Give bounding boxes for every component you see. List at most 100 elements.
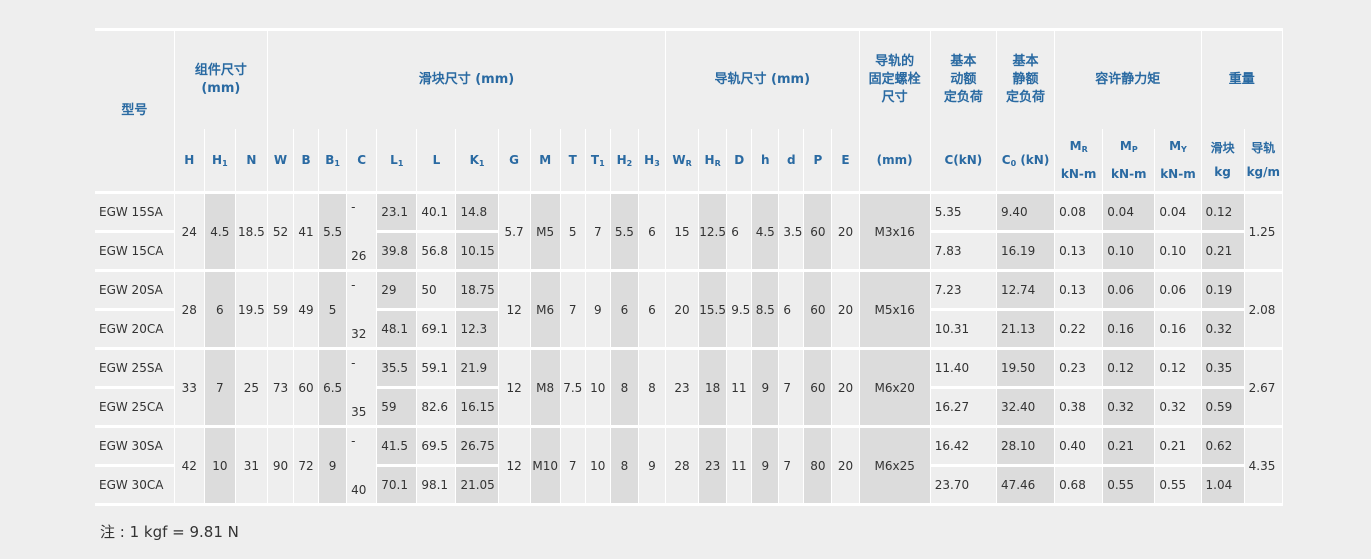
cell-L1: 41.5	[376, 425, 418, 466]
cell-P: 60	[803, 347, 833, 427]
cell-E: 20	[831, 347, 860, 427]
cell-C0: 16.19	[996, 230, 1056, 271]
col-weight-block-unit: kg	[1214, 165, 1231, 179]
col-C: C	[346, 129, 378, 193]
cell-bolt: M5x16	[859, 269, 931, 349]
col-HR-label: H	[704, 152, 715, 167]
cell-Cdyn: 7.23	[930, 269, 997, 310]
header-assembly-label: 组件尺寸 (mm)	[194, 63, 247, 96]
cell-K1: 18.75	[455, 269, 499, 310]
cell-K1: 10.15	[455, 230, 499, 271]
col-MR-label: M	[1069, 139, 1082, 153]
cell-Cdyn: 10.31	[930, 308, 997, 349]
spec-table-body: EGW 15SA 24 4.5 18.5 52 41 5.5-23.1 40.1 14.8 5.7…	[95, 191, 1284, 505]
col-dynamic-unit: C(kN)	[930, 129, 997, 193]
col-H2-label: H	[616, 152, 627, 167]
col-MP-unit: kN-m	[1111, 167, 1147, 181]
cell-MY: 0.55	[1154, 464, 1202, 505]
col-H2: H2	[610, 129, 639, 193]
cell-h: 9	[751, 425, 780, 505]
col-HR: HR	[698, 129, 728, 193]
cell-H3: 9	[638, 425, 667, 505]
cell-M: M10	[530, 425, 561, 505]
col-MY: MY kN-m	[1154, 129, 1202, 193]
cell-model: EGW 15SA	[95, 191, 175, 232]
cell-M: M8	[530, 347, 561, 427]
cell-L: 50	[416, 269, 457, 310]
cell-L1: 59	[376, 386, 418, 427]
col-L: L	[416, 129, 457, 193]
col-weight-rail-label: 导轨	[1251, 141, 1276, 155]
cell-B1: 9	[318, 425, 348, 505]
cell-HR: 12.5	[698, 191, 728, 271]
cell-H3: 8	[638, 347, 667, 427]
col-MP-label: M	[1119, 139, 1132, 153]
cell-h: 9	[751, 347, 780, 427]
col-K1-sub: 1	[478, 158, 485, 168]
cell-C0: 21.13	[996, 308, 1056, 349]
cell-G: 12	[498, 347, 531, 427]
cell-C0: 9.40	[996, 191, 1056, 232]
col-C0-unit: (kN)	[1016, 152, 1050, 167]
footnote: 注 : 1 kgf = 9.81 N	[100, 523, 239, 541]
cell-L: 82.6	[416, 386, 457, 427]
header-model: 型号	[95, 28, 175, 193]
col-N: N	[235, 129, 268, 193]
cell-C: -	[346, 191, 378, 232]
cell-MY: 0.12	[1154, 347, 1202, 388]
cell-WR: 20	[665, 269, 700, 349]
cell-D: 9.5	[726, 269, 753, 349]
col-static-unit: C0 (kN)	[996, 129, 1056, 193]
cell-P: 60	[803, 191, 833, 271]
header-dynamic-load: 基本 动额 定负荷	[930, 28, 997, 129]
cell-N: 19.5	[235, 269, 268, 349]
cell-rail-kg: 4.35	[1244, 425, 1284, 505]
cell-L1: 70.1	[376, 464, 418, 505]
cell-MR: 0.23	[1054, 347, 1104, 388]
cell-H1: 7	[204, 347, 236, 427]
cell-MP: 0.04	[1102, 191, 1156, 232]
cell-G: 5.7	[498, 191, 531, 271]
cell-C0: 19.50	[996, 347, 1056, 388]
cell-C: -	[346, 425, 378, 466]
cell-E: 20	[831, 191, 860, 271]
cell-G: 12	[498, 269, 531, 349]
cell-model: EGW 25CA	[95, 386, 175, 427]
cell-MR: 0.68	[1054, 464, 1104, 505]
cell-L1: 23.1	[376, 191, 418, 232]
cell-C0: 32.40	[996, 386, 1056, 427]
cell-kg: 0.12	[1201, 191, 1245, 232]
cell-H: 42	[174, 425, 205, 505]
cell-MP: 0.06	[1102, 269, 1156, 310]
col-W: W	[267, 129, 295, 193]
col-WR: WR	[665, 129, 700, 193]
col-H1-sub: 1	[222, 158, 228, 168]
cell-N: 18.5	[235, 191, 268, 271]
cell-HR: 18	[698, 347, 728, 427]
cell-MY: 0.16	[1154, 308, 1202, 349]
cell-rail-kg: 2.67	[1244, 347, 1284, 427]
cell-B1: 6.5	[318, 347, 348, 427]
cell-K1: 16.15	[455, 386, 499, 427]
cell-K1: 12.3	[455, 308, 499, 349]
cell-C: 32	[346, 309, 378, 349]
cell-H1: 6	[204, 269, 236, 349]
cell-C: -	[346, 269, 378, 310]
col-H: H	[174, 129, 205, 193]
cell-T1: 10	[585, 425, 611, 505]
cell-L1: 29	[376, 269, 418, 310]
cell-N: 25	[235, 347, 268, 427]
cell-H2: 8	[610, 425, 639, 505]
col-C0-label: C	[1001, 152, 1011, 167]
cell-MR: 0.08	[1054, 191, 1104, 232]
cell-T1: 7	[585, 191, 611, 271]
spec-table: 型号 组件尺寸 (mm) 滑块尺寸 (mm) 导轨尺寸 (mm) 导轨的 固定螺…	[95, 28, 1284, 507]
cell-B: 60	[293, 347, 320, 427]
cell-model: EGW 20SA	[95, 269, 175, 310]
table-bottom-rule	[95, 503, 1283, 507]
header-static-load: 基本 静额 定负荷	[996, 28, 1056, 129]
col-G: G	[498, 129, 531, 193]
cell-H2: 6	[610, 269, 639, 349]
col-H1-label: H	[212, 152, 223, 167]
cell-MP: 0.55	[1102, 464, 1156, 505]
